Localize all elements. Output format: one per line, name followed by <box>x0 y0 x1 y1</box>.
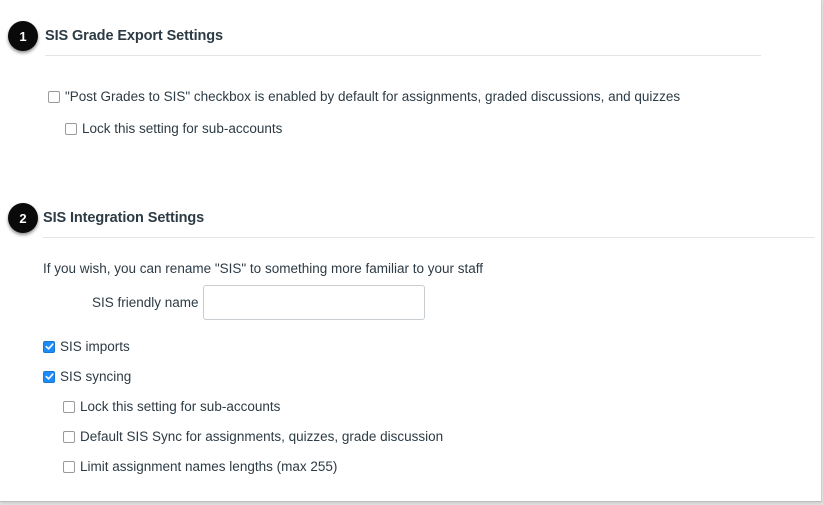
grade-export-lock-checkbox[interactable] <box>65 122 77 135</box>
sis-syncing-label: SIS syncing <box>60 369 132 384</box>
limit-name-length-option[interactable]: Limit assignment names lengths (max 255) <box>63 459 337 474</box>
post-grades-default-checkbox[interactable] <box>48 90 60 103</box>
section-divider <box>45 55 761 56</box>
sync-lock-option[interactable]: Lock this setting for sub-accounts <box>63 399 280 414</box>
friendly-name-input[interactable] <box>203 285 425 320</box>
post-grades-default-label: "Post Grades to SIS" checkbox is enabled… <box>65 89 681 104</box>
grade-export-heading: SIS Grade Export Settings <box>45 28 223 44</box>
rename-hint: If you wish, you can rename "SIS" to som… <box>43 261 484 276</box>
sync-lock-checkbox[interactable] <box>63 400 75 413</box>
sis-imports-label: SIS imports <box>60 339 130 354</box>
friendly-name-label: SIS friendly name <box>92 295 199 310</box>
limit-name-length-checkbox[interactable] <box>63 460 75 473</box>
default-sis-sync-label: Default SIS Sync for assignments, quizze… <box>80 429 444 444</box>
grade-export-lock-option[interactable]: Lock this setting for sub-accounts <box>65 121 282 136</box>
section-divider <box>43 237 815 238</box>
post-grades-default-option[interactable]: "Post Grades to SIS" checkbox is enabled… <box>48 89 680 104</box>
sis-imports-option[interactable]: SIS imports <box>43 339 130 354</box>
step-badge-2: 2 <box>8 203 38 233</box>
limit-name-length-label: Limit assignment names lengths (max 255) <box>80 459 338 474</box>
sis-syncing-checkbox[interactable] <box>43 370 55 383</box>
sis-imports-checkbox[interactable] <box>43 340 55 353</box>
sis-settings-panel: 1 SIS Grade Export Settings "Post Grades… <box>0 0 822 502</box>
sync-lock-label: Lock this setting for sub-accounts <box>80 399 281 414</box>
integration-heading: SIS Integration Settings <box>43 210 205 226</box>
default-sis-sync-checkbox[interactable] <box>63 430 75 443</box>
default-sis-sync-option[interactable]: Default SIS Sync for assignments, quizze… <box>63 429 443 444</box>
sis-syncing-option[interactable]: SIS syncing <box>43 369 131 384</box>
step-badge-1: 1 <box>8 21 38 51</box>
grade-export-lock-label: Lock this setting for sub-accounts <box>82 121 283 136</box>
